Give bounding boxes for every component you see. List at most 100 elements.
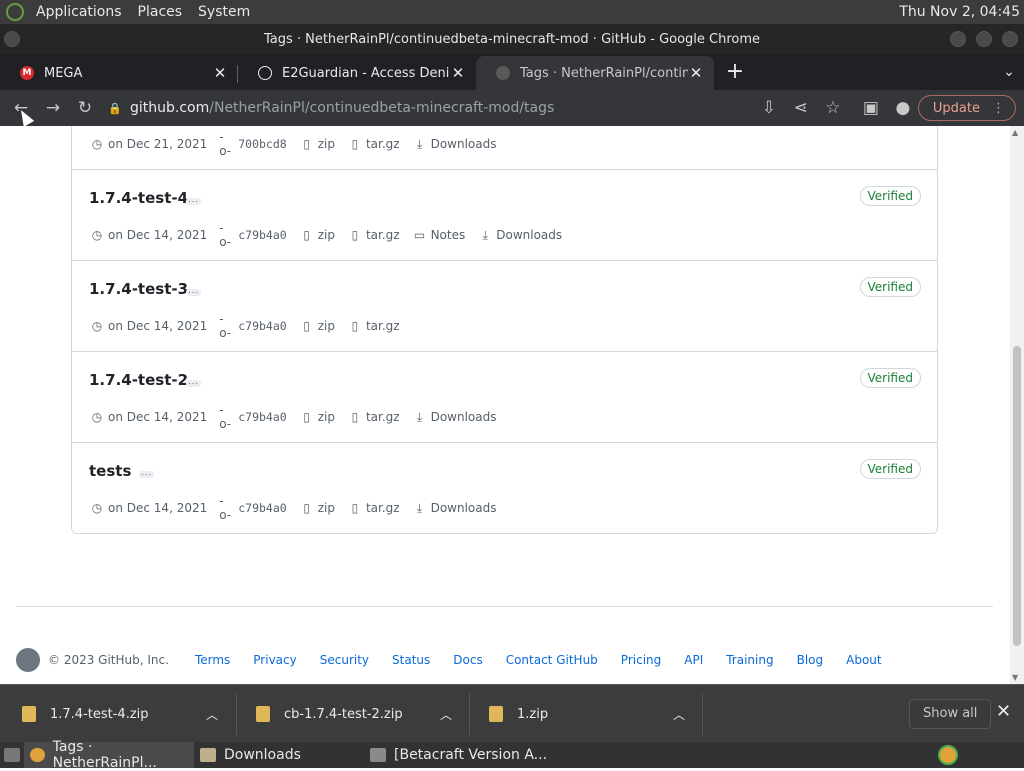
verified-badge[interactable]: Verified	[859, 459, 921, 479]
commit-item[interactable]: -o-c79b4a0	[219, 494, 286, 522]
zip-link[interactable]: ▯ zip	[299, 136, 335, 152]
footer-link-api[interactable]: API	[684, 653, 703, 667]
targz-link[interactable]: ▯ tar.gz	[347, 318, 400, 334]
close-tab-icon[interactable]: ✕	[212, 64, 228, 82]
tab-mega[interactable]: M MEGA ✕	[0, 56, 238, 90]
verified-badge[interactable]: Verified	[859, 368, 921, 388]
github-mark-icon[interactable]	[16, 648, 40, 672]
zip-link[interactable]: ▯ zip	[299, 409, 335, 425]
lock-icon[interactable]: 🔒	[108, 102, 130, 115]
scroll-down-icon[interactable]: ▼	[1012, 673, 1018, 682]
footer-link-training[interactable]: Training	[726, 653, 773, 667]
taskbar-item-chrome[interactable]: Tags · NetherRainPl...	[24, 739, 194, 771]
menu-applications[interactable]: Applications	[32, 0, 126, 24]
downloads-link[interactable]: ⤓ Downloads	[412, 500, 497, 516]
tab-e2guardian[interactable]: E2Guardian - Access Denied ✕	[238, 56, 476, 90]
distro-logo-icon[interactable]	[6, 3, 24, 21]
downloads-link[interactable]: ⤓ Downloads	[412, 136, 497, 152]
menu-places[interactable]: Places	[134, 0, 187, 24]
update-button[interactable]: Update ⋮	[917, 95, 1016, 121]
commit-sha[interactable]: c79b4a0	[238, 410, 286, 424]
zip-link[interactable]: ▯ zip	[299, 227, 335, 243]
side-panel-icon[interactable]: ▣	[856, 93, 886, 123]
footer-link-about[interactable]: About	[846, 653, 881, 667]
commit-item[interactable]: -o- 700bcd8	[219, 130, 286, 158]
menu-system[interactable]: System	[194, 0, 254, 24]
scrollbar-thumb[interactable]	[1013, 346, 1021, 646]
show-desktop-icon[interactable]	[0, 742, 24, 768]
expand-ellipsis-button[interactable]: ...	[186, 287, 201, 296]
show-all-button[interactable]: Show all	[909, 699, 992, 729]
install-app-icon[interactable]: ⇩	[754, 93, 784, 123]
tray-chrome-icon[interactable]	[938, 745, 958, 765]
chevron-up-icon[interactable]: ︿	[673, 706, 685, 723]
close-tab-icon[interactable]: ✕	[450, 64, 466, 82]
expand-ellipsis-button[interactable]: ...	[186, 196, 201, 205]
footer-link-terms[interactable]: Terms	[195, 653, 230, 667]
targz-link[interactable]: ▯ tar.gz	[347, 500, 400, 516]
window-menu-button[interactable]	[4, 31, 20, 47]
verified-badge[interactable]: Verified	[859, 186, 921, 206]
page-scrollbar[interactable]: ▲ ▼	[1010, 126, 1024, 684]
download-item[interactable]: 1.zip ︿	[489, 685, 699, 743]
targz-link[interactable]: ▯ tar.gz	[347, 136, 400, 152]
downloads-label: Downloads	[430, 137, 497, 151]
taskbar-item-betacraft[interactable]: [Betacraft Version A...	[364, 742, 554, 768]
expand-ellipsis-button[interactable]: ...	[186, 378, 201, 387]
downloads-link[interactable]: ⤓ Downloads	[477, 227, 563, 243]
commit-sha[interactable]: c79b4a0	[238, 319, 286, 333]
close-window-button[interactable]	[1002, 31, 1018, 47]
footer-link-privacy[interactable]: Privacy	[253, 653, 296, 667]
footer-link-security[interactable]: Security	[320, 653, 369, 667]
tag-row-partial: ◷ on Dec 21, 2021 -o- 700bcd8 ▯ zip ▯ tar.gz…	[71, 126, 938, 169]
download-item[interactable]: 1.7.4-test-4.zip ︿	[22, 685, 232, 743]
commit-item[interactable]: -o-c79b4a0	[219, 403, 286, 431]
expand-ellipsis-button[interactable]: ...	[139, 469, 154, 478]
commit-sha[interactable]: c79b4a0	[238, 501, 286, 515]
close-shelf-icon[interactable]: ✕	[996, 701, 1011, 722]
targz-link[interactable]: ▯ tar.gz	[347, 227, 400, 243]
footer-link-contact[interactable]: Contact GitHub	[506, 653, 598, 667]
tab-search-chevron-icon[interactable]: ⌄	[994, 56, 1024, 90]
commit-item[interactable]: -o-c79b4a0	[219, 221, 286, 249]
footer-link-pricing[interactable]: Pricing	[621, 653, 661, 667]
url-domain: github.com	[130, 100, 210, 116]
zip-link[interactable]: ▯ zip	[299, 318, 335, 334]
chevron-up-icon[interactable]: ︿	[206, 706, 218, 723]
tag-name[interactable]: 1.7.4-test-3	[89, 280, 188, 298]
footer-link-blog[interactable]: Blog	[797, 653, 824, 667]
taskbar-item-downloads[interactable]: Downloads	[194, 742, 364, 768]
tag-name[interactable]: 1.7.4-test-4	[89, 189, 188, 207]
tag-name[interactable]: tests	[89, 462, 131, 480]
close-tab-icon[interactable]: ✕	[688, 64, 704, 82]
download-item[interactable]: cb-1.7.4-test-2.zip ︿	[256, 685, 466, 743]
commit-sha[interactable]: 700bcd8	[238, 137, 286, 151]
window-titlebar[interactable]: Tags · NetherRainPl/continuedbeta-minecr…	[0, 24, 1024, 54]
commit-item[interactable]: -o-c79b4a0	[219, 312, 286, 340]
file-zip-icon: ▯	[351, 410, 359, 424]
tab-github-tags[interactable]: Tags · NetherRainPl/continued ✕	[476, 56, 714, 90]
verified-badge[interactable]: Verified	[859, 277, 921, 297]
commit-icon: -o-	[219, 312, 232, 340]
chevron-up-icon[interactable]: ︿	[440, 706, 452, 723]
forward-arrow-icon[interactable]: →	[38, 93, 68, 123]
maximize-button[interactable]	[976, 31, 992, 47]
tag-name[interactable]: 1.7.4-test-2	[89, 371, 188, 389]
notes-link[interactable]: ▭ Notes	[412, 227, 465, 243]
share-icon[interactable]: ⋖	[786, 93, 816, 123]
clock[interactable]: Thu Nov 2, 04:45	[899, 4, 1020, 20]
minimize-button[interactable]	[950, 31, 966, 47]
reload-icon[interactable]: ↻	[70, 93, 100, 123]
bookmark-star-icon[interactable]: ☆	[818, 93, 848, 123]
targz-link[interactable]: ▯ tar.gz	[347, 409, 400, 425]
footer-link-status[interactable]: Status	[392, 653, 430, 667]
commit-sha[interactable]: c79b4a0	[238, 228, 286, 242]
zip-link[interactable]: ▯ zip	[299, 500, 335, 516]
scroll-up-icon[interactable]: ▲	[1012, 128, 1018, 137]
tag-date: on Dec 14, 2021	[108, 319, 208, 333]
footer-link-docs[interactable]: Docs	[453, 653, 482, 667]
profile-avatar-icon[interactable]: ●	[888, 93, 918, 123]
address-bar[interactable]: 🔒 github.com/NetherRainPl/continuedbeta-…	[108, 94, 752, 122]
new-tab-button[interactable]: +	[720, 56, 750, 90]
downloads-link[interactable]: ⤓ Downloads	[412, 409, 497, 425]
